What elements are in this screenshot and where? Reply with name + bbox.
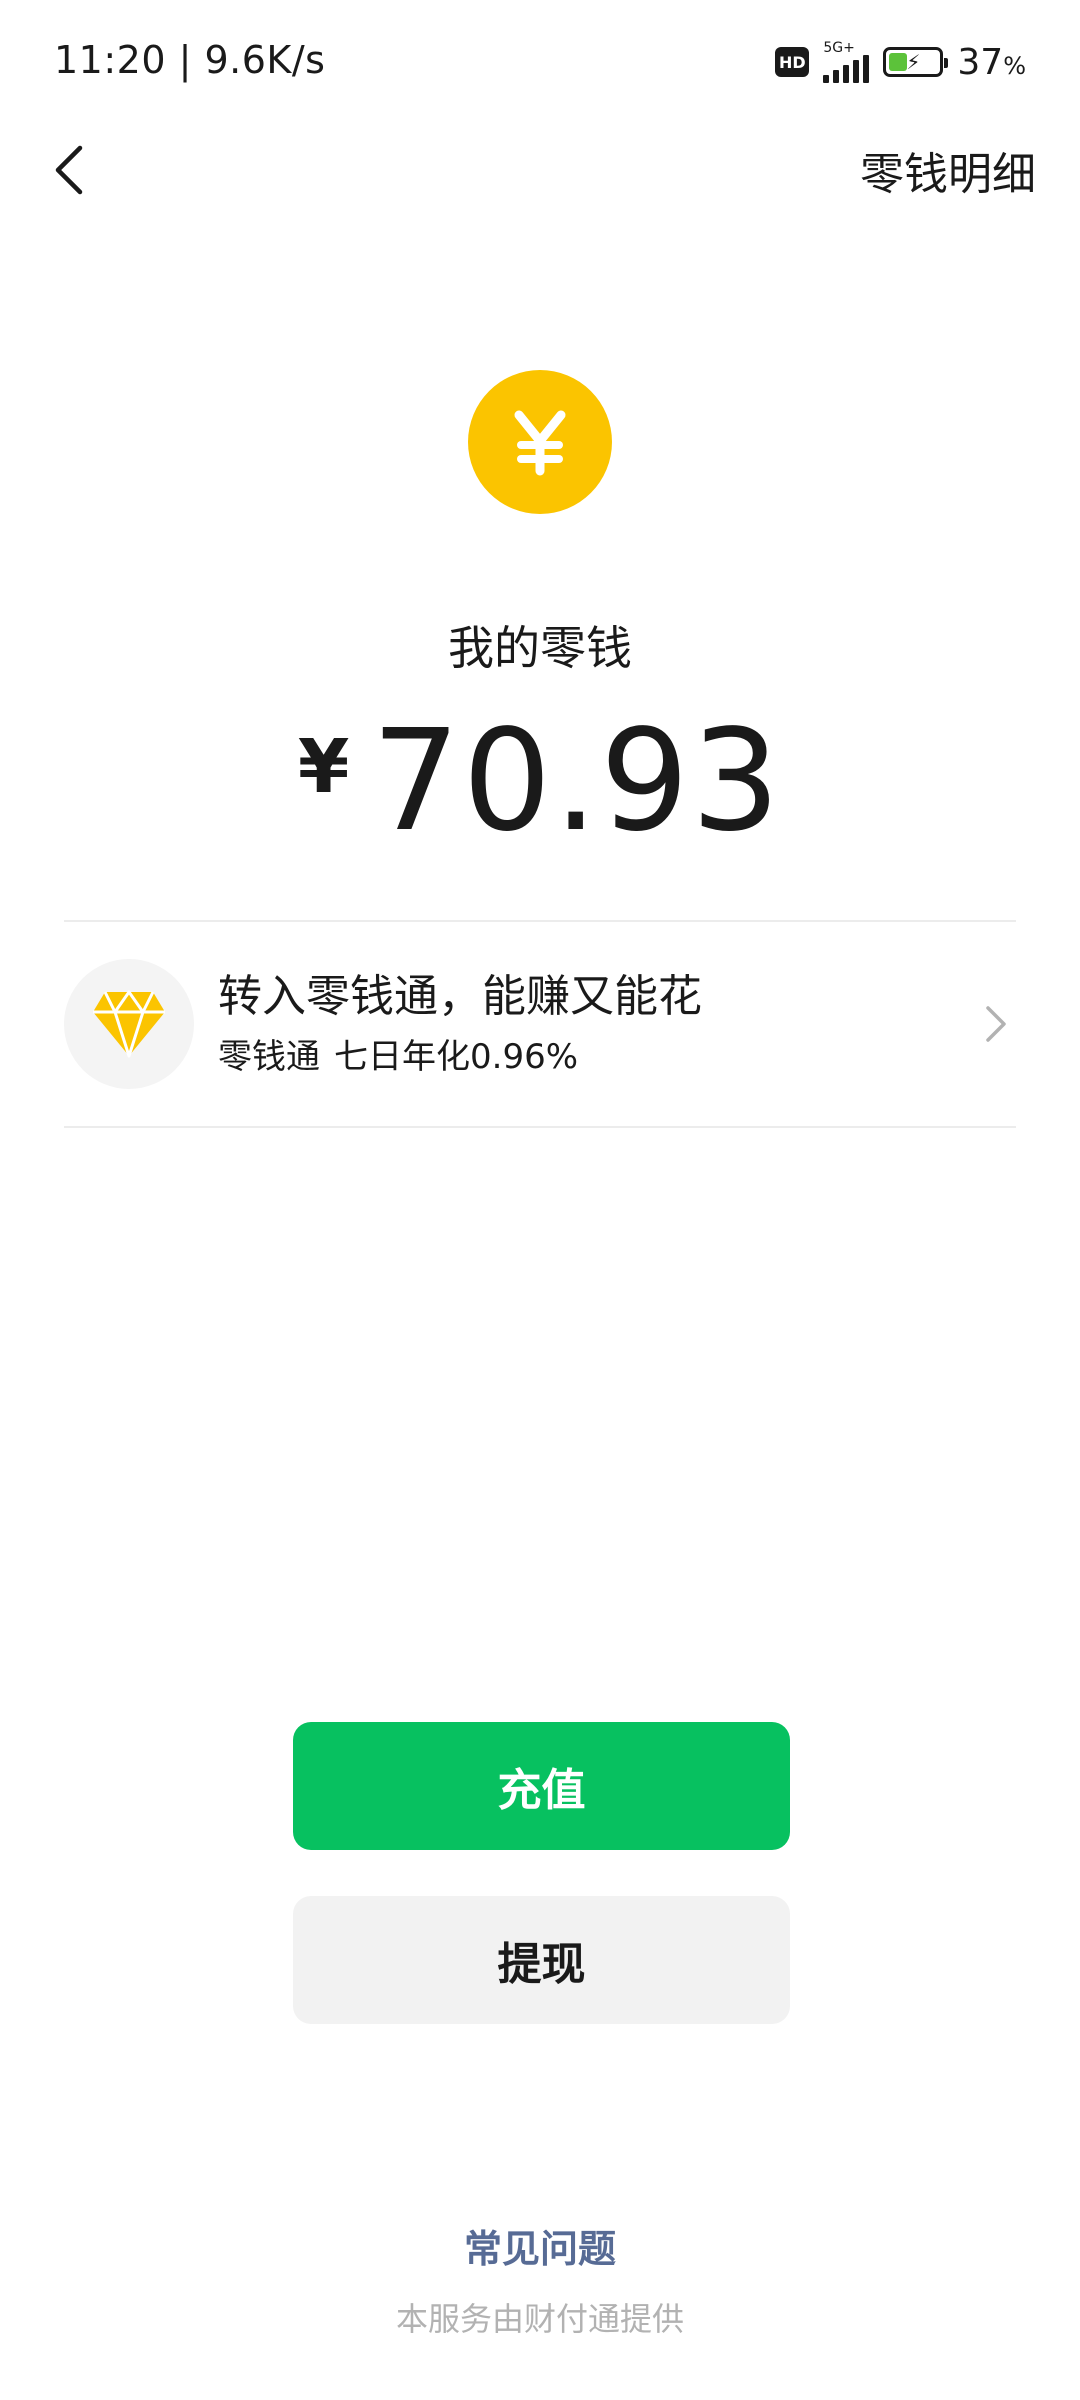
battery-percent-unit: % — [1003, 51, 1026, 80]
back-button[interactable] — [30, 130, 110, 210]
diamond-icon — [93, 990, 165, 1058]
network-type: 5G+ — [823, 40, 855, 56]
withdraw-button[interactable]: 提现 — [293, 1896, 790, 2024]
charging-bolt-icon: ⚡ — [906, 50, 921, 74]
faq-link[interactable]: 常见问题 — [0, 2218, 1080, 2273]
battery-percent: 37% — [957, 42, 1026, 83]
balance-details-link[interactable]: 零钱明细 — [860, 130, 1036, 210]
promo-text: 转入零钱通，能赚又能花 零钱通 七日年化0.96% — [218, 967, 976, 1081]
currency-symbol: ¥ — [297, 723, 350, 810]
signal-bar — [833, 70, 840, 83]
chevron-left-icon — [55, 145, 83, 195]
balance-amount: ¥ 70.93 — [0, 700, 1080, 863]
status-bar: 11:20 | 9.6K/s HD 5G+ ⚡ 37% — [0, 0, 1080, 126]
signal-bar — [843, 65, 850, 83]
hd-icon: HD — [775, 47, 810, 77]
divider — [64, 1126, 1016, 1128]
promo-subtitle: 零钱通 七日年化0.96% — [218, 1033, 976, 1081]
signal-bar — [853, 60, 860, 83]
signal-bar — [823, 75, 830, 83]
service-provider-note: 本服务由财付通提供 — [395, 2300, 684, 2338]
topup-button[interactable]: 充值 — [293, 1722, 790, 1850]
balance-label: 我的零钱 — [448, 621, 632, 675]
promo-rate: 七日年化0.96% — [334, 1037, 579, 1077]
signal-icon: 5G+ — [823, 40, 870, 83]
signal-bar — [863, 55, 870, 83]
status-indicators: HD 5G+ ⚡ 37% — [775, 40, 1026, 84]
lingqiantong-promo-row[interactable]: 转入零钱通，能赚又能花 零钱通 七日年化0.96% — [64, 922, 1016, 1126]
status-time-speed: 11:20 | 9.6K/s — [54, 38, 325, 82]
yuan-symbol-icon — [514, 410, 566, 476]
diamond-icon-container — [64, 959, 194, 1089]
battery-fill — [889, 53, 908, 71]
chevron-right-icon — [976, 994, 1016, 1054]
status-separator: | — [178, 38, 205, 82]
battery-percent-value: 37 — [957, 41, 1004, 83]
promo-product: 零钱通 — [218, 1037, 320, 1077]
signal-bars — [823, 55, 870, 83]
yuan-coin-icon — [468, 370, 612, 514]
battery-icon: ⚡ — [883, 47, 949, 77]
wallet-balance-page: 11:20 | 9.6K/s HD 5G+ ⚡ 37% 零钱明细 我的零钱 ¥ … — [0, 0, 1080, 2400]
promo-title: 转入零钱通，能赚又能花 — [218, 971, 702, 1022]
network-speed: 9.6K/s — [204, 38, 326, 82]
balance-value: 70.93 — [371, 700, 783, 863]
status-time: 11:20 — [54, 38, 167, 82]
